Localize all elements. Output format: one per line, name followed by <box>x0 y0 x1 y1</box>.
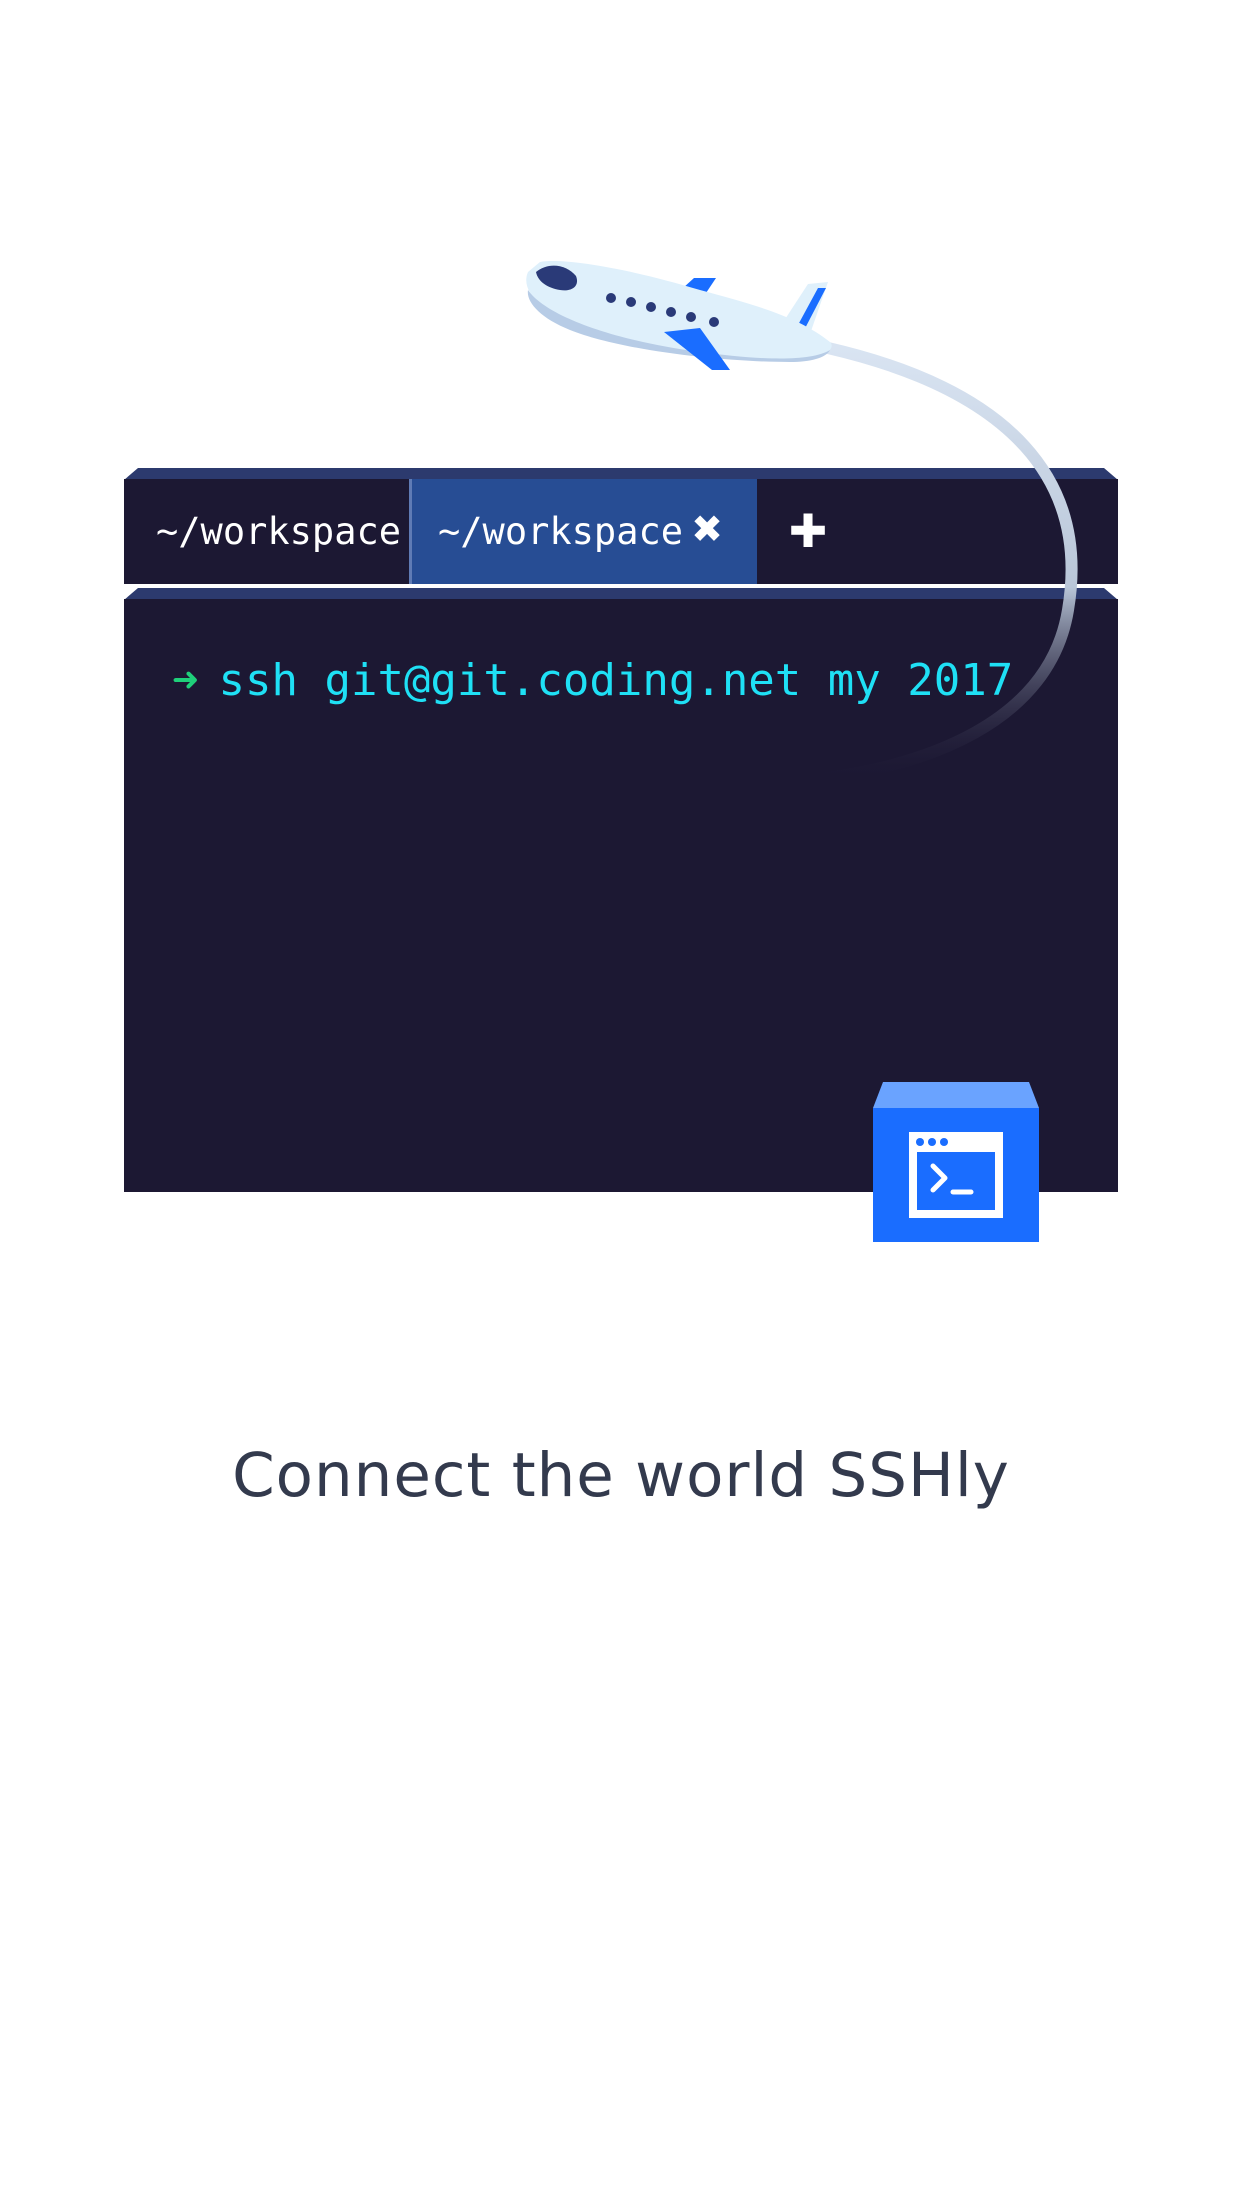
terminal-app-icon <box>873 1082 1039 1242</box>
tab-bar: ~/workspace ~/workspace ✖ ✚ <box>124 479 1118 584</box>
tab-label: ~/workspace <box>438 510 684 553</box>
tagline: Connect the world SSHly <box>232 1440 1010 1511</box>
tab-label: ~/workspace <box>156 510 402 553</box>
prompt-arrow-icon: ➜ <box>172 655 199 706</box>
airplane-icon <box>526 261 832 370</box>
tab-workspace-1[interactable]: ~/workspace <box>124 479 409 584</box>
command-text: ssh git@git.coding.net my 2017 <box>218 655 1014 706</box>
add-tab-icon[interactable]: ✚ <box>784 504 832 558</box>
close-icon[interactable]: ✖ <box>687 507 727 551</box>
prompt-line: ➜ ssh git@git.coding.net my 2017 <box>172 655 1013 706</box>
tab-workspace-2-active[interactable]: ~/workspace ✖ <box>409 479 757 584</box>
